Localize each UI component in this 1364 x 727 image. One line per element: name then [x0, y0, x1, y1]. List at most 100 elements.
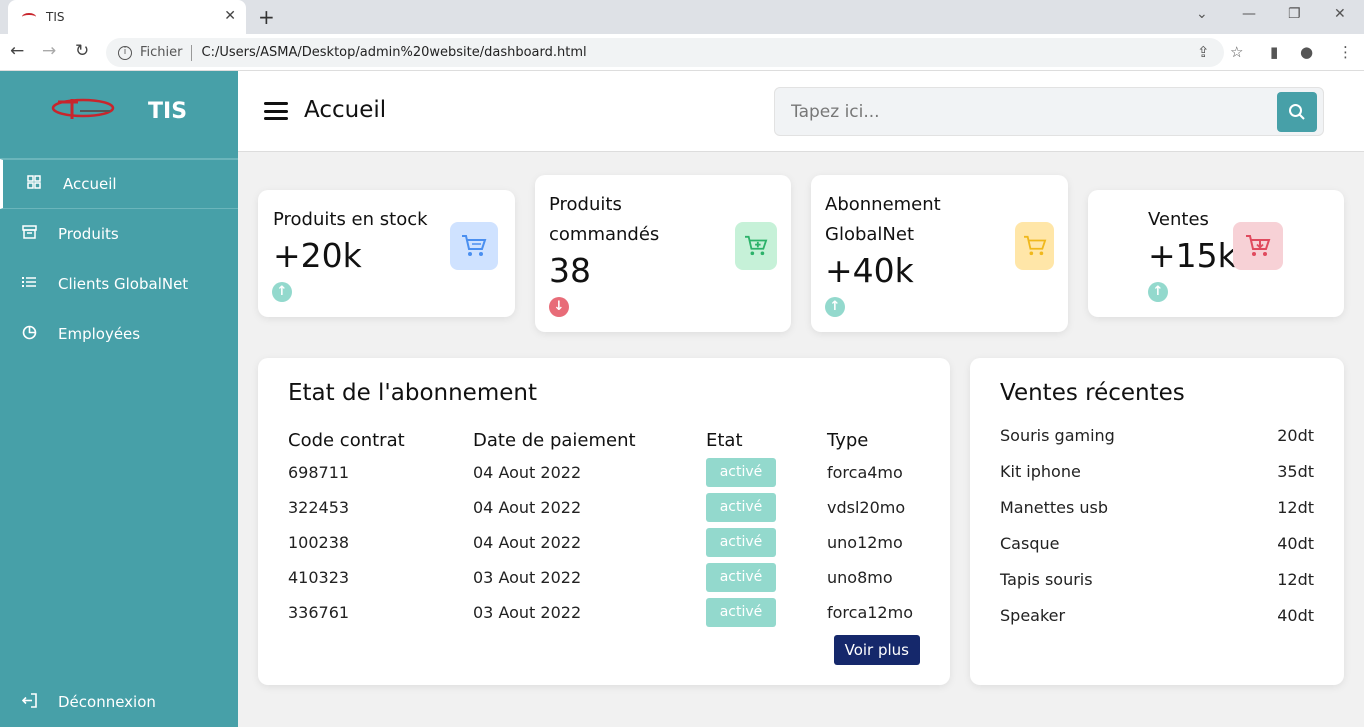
close-window-icon[interactable]: ✕	[1334, 6, 1346, 22]
page-title: Accueil	[304, 97, 387, 123]
browser-toolbar: ← → ↻ i Fichier C:/Users/ASMA/Desktop/ad…	[0, 34, 1364, 71]
cell-type: uno8mo	[827, 568, 893, 587]
table-row: 336761 03 Aout 2022 activé forca12mo	[288, 595, 927, 630]
panel-title: Ventes récentes	[1000, 380, 1185, 406]
cell-code: 410323	[288, 568, 350, 587]
brand-name: TIS	[148, 99, 188, 124]
cell-date: 03 Aout 2022	[473, 603, 582, 622]
sidebar-item-produits[interactable]: Produits	[0, 209, 238, 259]
table-row: 322453 04 Aout 2022 activé vdsl20mo	[288, 490, 927, 525]
sale-price: 12dt	[1277, 570, 1314, 589]
search-box	[774, 87, 1324, 136]
grid-icon	[25, 175, 43, 193]
cell-etat: activé	[706, 560, 827, 595]
hamburger-menu-icon[interactable]	[264, 102, 288, 120]
cell-etat: activé	[706, 595, 827, 630]
cell-code: 698711	[288, 463, 350, 482]
pie-chart-icon	[20, 325, 38, 344]
menu-kebab-icon[interactable]: ⋮	[1338, 43, 1353, 61]
list-item: Speaker 40dt	[1000, 606, 1314, 625]
card-value: +40k	[825, 251, 914, 290]
list-item: Manettes usb 12dt	[1000, 498, 1314, 517]
table-row: 410323 03 Aout 2022 activé uno8mo	[288, 560, 927, 595]
cell-date: 04 Aout 2022	[473, 463, 582, 482]
close-tab-icon[interactable]: ✕	[224, 8, 236, 24]
logout-button[interactable]: Déconnexion	[0, 677, 238, 727]
search-input[interactable]	[775, 88, 1265, 135]
list-item: Tapis souris 12dt	[1000, 570, 1314, 589]
url-text[interactable]: C:/Users/ASMA/Desktop/admin%20website/da…	[202, 45, 587, 60]
reload-icon[interactable]: ↻	[75, 41, 89, 61]
cell-code: 100238	[288, 533, 350, 552]
card-label: Ventes	[1148, 209, 1209, 230]
share-icon[interactable]: ⇪	[1197, 43, 1210, 61]
forward-icon[interactable]: →	[42, 41, 56, 61]
back-icon[interactable]: ←	[10, 41, 24, 61]
stat-card-orders: Produits commandés 38 ↓	[535, 175, 791, 332]
sidebar-item-label: Accueil	[63, 175, 117, 193]
column-header: Etat	[706, 430, 743, 451]
tab-search-icon[interactable]: ⌄	[1196, 6, 1208, 22]
brand-logo-icon	[51, 98, 115, 119]
sale-price: 40dt	[1277, 606, 1314, 625]
favicon-icon	[22, 13, 36, 21]
card-label-line2: GlobalNet	[825, 224, 915, 245]
bookmark-star-icon[interactable]: ☆	[1230, 43, 1243, 61]
trend-up-icon: ↑	[272, 282, 292, 302]
cell-code: 336761	[288, 603, 350, 622]
scheme-label: Fichier	[140, 45, 183, 60]
sale-name: Speaker	[1000, 606, 1066, 625]
card-value: 38	[549, 251, 591, 290]
sidebar-item-label: Clients GlobalNet	[58, 275, 189, 293]
top-bar: Accueil	[238, 71, 1364, 152]
table-row: 100238 04 Aout 2022 activé uno12mo	[288, 525, 927, 560]
cell-type: uno12mo	[827, 533, 903, 552]
browser-tab[interactable]: TIS ✕	[8, 0, 246, 34]
cell-etat: activé	[706, 490, 827, 525]
sale-price: 35dt	[1277, 462, 1314, 481]
profile-icon[interactable]: ●	[1300, 43, 1313, 61]
card-value: +15k	[1148, 236, 1237, 275]
tab-title: TIS	[46, 10, 65, 24]
sidebar-item-label: Produits	[58, 225, 119, 243]
cart-icon	[1015, 222, 1054, 270]
minimize-icon[interactable]: —	[1242, 6, 1256, 22]
logout-icon	[20, 692, 38, 712]
cell-type: forca12mo	[827, 603, 913, 622]
sale-name: Tapis souris	[1000, 570, 1093, 589]
column-header: Code contrat	[288, 430, 405, 451]
new-tab-button[interactable]: +	[258, 5, 275, 29]
side-panel-icon[interactable]: ▮	[1270, 43, 1278, 61]
sale-name: Kit iphone	[1000, 462, 1081, 481]
search-button[interactable]	[1277, 92, 1317, 132]
cell-date: 03 Aout 2022	[473, 568, 582, 587]
status-badge: activé	[706, 563, 776, 592]
cell-date: 04 Aout 2022	[473, 498, 582, 517]
sale-name: Casque	[1000, 534, 1060, 553]
list-icon	[20, 276, 38, 292]
trend-up-icon: ↑	[825, 297, 845, 317]
cell-etat: activé	[706, 525, 827, 560]
list-item: Souris gaming 20dt	[1000, 426, 1314, 445]
info-icon[interactable]: i	[118, 45, 132, 60]
recent-sales-panel: Ventes récentes Souris gaming 20dt Kit i…	[970, 358, 1344, 685]
sidebar-item-clients[interactable]: Clients GlobalNet	[0, 259, 238, 309]
voir-plus-button[interactable]: Voir plus	[833, 635, 920, 665]
cart-download-icon	[1233, 222, 1283, 270]
table-header-row: Code contrat Date de paiement Etat Type	[288, 420, 927, 455]
cell-date: 04 Aout 2022	[473, 533, 582, 552]
stat-card-sales: Ventes +15k ↑	[1088, 190, 1344, 317]
list-item: Kit iphone 35dt	[1000, 462, 1314, 481]
cart-icon	[450, 222, 498, 270]
address-separator	[190, 44, 192, 61]
search-icon	[1289, 104, 1305, 120]
address-bar[interactable]: i Fichier C:/Users/ASMA/Desktop/admin%20…	[106, 38, 1224, 67]
restore-icon[interactable]: ❐	[1288, 6, 1301, 22]
column-header: Date de paiement	[473, 430, 636, 451]
card-label: Produits en stock	[273, 209, 428, 230]
card-value: +20k	[273, 236, 362, 275]
sidebar-item-employees[interactable]: Employées	[0, 309, 238, 359]
stat-card-stock: Produits en stock +20k ↑	[258, 190, 515, 317]
sidebar-item-accueil[interactable]: Accueil	[0, 159, 238, 209]
card-label: Abonnement	[825, 194, 941, 215]
